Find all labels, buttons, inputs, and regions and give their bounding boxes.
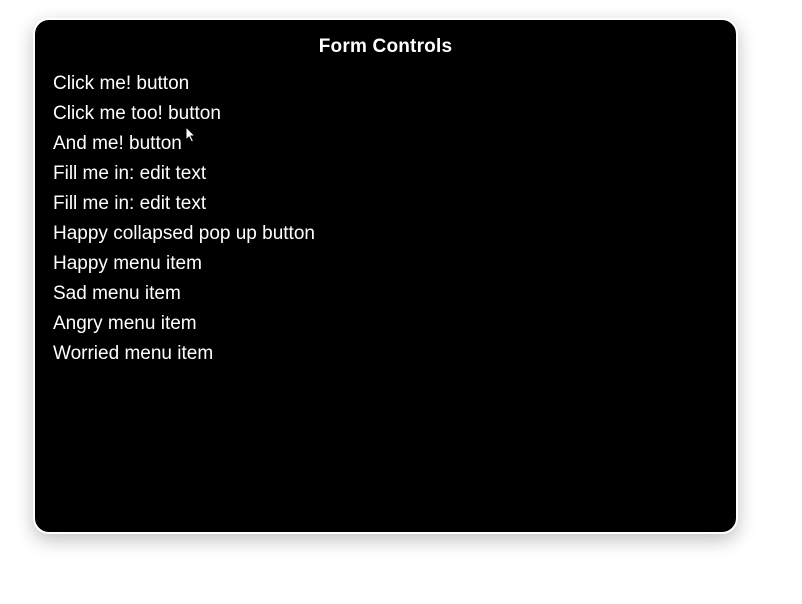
panel-title: Form Controls <box>53 36 718 58</box>
edit-text-fill-me-in-2[interactable]: Fill me in: edit text <box>53 190 718 218</box>
button-click-me[interactable]: Click me! button <box>53 70 718 98</box>
popup-button-happy[interactable]: Happy collapsed pop up button <box>53 220 718 248</box>
menu-item-happy[interactable]: Happy menu item <box>53 250 718 278</box>
edit-text-fill-me-in-1[interactable]: Fill me in: edit text <box>53 160 718 188</box>
form-controls-panel: Form Controls Click me! button Click me … <box>33 18 738 534</box>
menu-item-sad[interactable]: Sad menu item <box>53 280 718 308</box>
button-and-me[interactable]: And me! button <box>53 130 718 158</box>
menu-item-angry[interactable]: Angry menu item <box>53 310 718 338</box>
controls-list: Click me! button Click me too! button An… <box>53 70 718 368</box>
button-click-me-too[interactable]: Click me too! button <box>53 100 718 128</box>
menu-item-worried[interactable]: Worried menu item <box>53 340 718 368</box>
